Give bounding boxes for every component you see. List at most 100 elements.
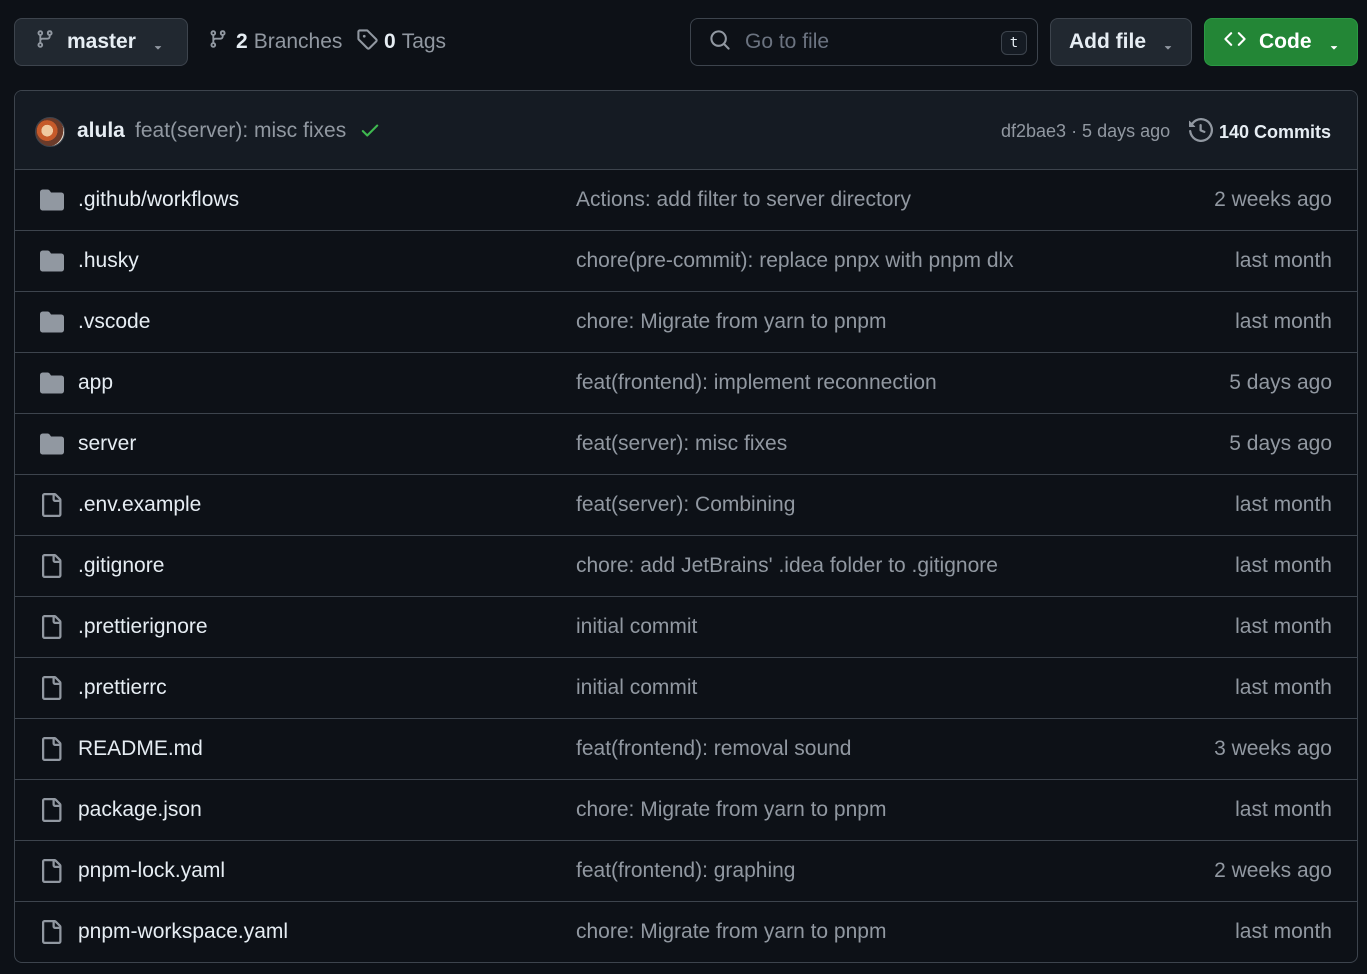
file-commit-message-link[interactable]: chore: add JetBrains' .idea folder to .g…: [576, 554, 998, 578]
tags-label: Tags: [401, 30, 447, 53]
file-commit-message-link[interactable]: chore(pre-commit): replace pnpx with pnp…: [576, 249, 1014, 273]
file-name-link[interactable]: README.md: [78, 737, 203, 761]
commits-count-label: 140 Commits: [1219, 122, 1332, 142]
caret-down-icon: [151, 36, 165, 60]
file-commit-date: last month: [1235, 920, 1332, 943]
file-icon: [39, 493, 63, 523]
code-button[interactable]: Code: [1204, 18, 1358, 66]
folder-icon: [39, 310, 65, 340]
file-commit-message-link[interactable]: feat(server): Combining: [576, 493, 795, 517]
file-name-link[interactable]: package.json: [78, 798, 202, 822]
tags-count: 0: [384, 30, 396, 53]
file-commit-message-link[interactable]: Actions: add filter to server directory: [576, 188, 911, 212]
file-commit-date: last month: [1235, 554, 1332, 577]
file-name-link[interactable]: server: [78, 432, 136, 456]
commit-history-link[interactable]: 140 Commits: [1189, 117, 1332, 147]
file-commit-message-link[interactable]: feat(frontend): removal sound: [576, 737, 851, 761]
file-commit-date: last month: [1235, 310, 1332, 333]
git-branch-icon: [208, 28, 228, 56]
file-icon: [39, 859, 63, 889]
tags-link[interactable]: 0 Tags: [356, 28, 446, 56]
caret-down-icon: [1327, 36, 1341, 60]
keyboard-shortcut-hint: t: [1001, 31, 1027, 55]
file-row: pnpm-lock.yaml feat(frontend): graphing 2 …: [15, 841, 1357, 902]
file-icon: [39, 920, 63, 950]
search-input[interactable]: [743, 29, 977, 55]
file-commit-date: last month: [1235, 676, 1332, 699]
commit-message[interactable]: feat(server): misc fixes: [135, 119, 346, 143]
file-commit-date: 2 weeks ago: [1214, 859, 1332, 882]
branches-count: 2: [236, 30, 248, 53]
file-commit-date: last month: [1235, 493, 1332, 516]
file-name-link[interactable]: .github/workflows: [78, 188, 239, 212]
file-commit-date: last month: [1235, 798, 1332, 821]
file-commit-date: last month: [1235, 249, 1332, 272]
file-commit-date: last month: [1235, 615, 1332, 638]
file-commit-date: 5 days ago: [1229, 371, 1332, 394]
repo-toolbar: master 2 Branches 0 Tags t Add file: [0, 0, 1367, 90]
file-row: .vscode chore: Migrate from yarn to pnpm l…: [15, 292, 1357, 353]
code-icon: [1223, 28, 1247, 56]
file-row: .env.example feat(server): Combining last …: [15, 475, 1357, 536]
check-icon[interactable]: [359, 119, 381, 146]
file-row: .prettierrc initial commit last month: [15, 658, 1357, 719]
git-branch-icon: [35, 28, 55, 56]
folder-icon: [39, 249, 65, 279]
file-name-link[interactable]: .husky: [78, 249, 139, 273]
avatar[interactable]: [35, 117, 65, 147]
commit-sha-and-time[interactable]: df2bae3 · 5 days ago: [1001, 121, 1170, 142]
folder-icon: [39, 188, 65, 218]
file-name-link[interactable]: app: [78, 371, 113, 395]
file-commit-date: 5 days ago: [1229, 432, 1332, 455]
file-commit-message-link[interactable]: feat(server): misc fixes: [576, 432, 787, 456]
latest-commit-bar: alula feat(server): misc fixes df2bae3 ·…: [15, 91, 1357, 170]
file-row: .github/workflows Actions: add filter to …: [15, 170, 1357, 231]
tag-icon: [356, 28, 378, 56]
caret-down-icon: [1161, 36, 1175, 60]
file-commit-message-link[interactable]: feat(frontend): graphing: [576, 859, 795, 883]
file-commit-message-link[interactable]: chore: Migrate from yarn to pnpm: [576, 798, 886, 822]
branch-name: master: [67, 30, 136, 53]
add-file-label: Add file: [1069, 30, 1146, 53]
add-file-button[interactable]: Add file: [1050, 18, 1192, 66]
file-commit-date: 3 weeks ago: [1214, 737, 1332, 760]
file-name-link[interactable]: pnpm-workspace.yaml: [78, 920, 288, 944]
file-list: .github/workflows Actions: add filter to …: [15, 170, 1357, 962]
file-icon: [39, 615, 63, 645]
branch-selector-button[interactable]: master: [14, 18, 188, 66]
file-name-link[interactable]: .vscode: [78, 310, 150, 334]
file-commit-message-link[interactable]: chore: Migrate from yarn to pnpm: [576, 920, 886, 944]
file-icon: [39, 676, 63, 706]
go-to-file-search[interactable]: t: [690, 18, 1038, 66]
file-commit-message-link[interactable]: initial commit: [576, 676, 697, 700]
branches-label: Branches: [253, 30, 343, 53]
code-label: Code: [1259, 30, 1312, 53]
file-name-link[interactable]: .gitignore: [78, 554, 164, 578]
file-name-link[interactable]: .env.example: [78, 493, 201, 517]
folder-icon: [39, 371, 65, 401]
file-name-link[interactable]: .prettierignore: [78, 615, 208, 639]
file-name-link[interactable]: pnpm-lock.yaml: [78, 859, 225, 883]
history-icon: [1189, 117, 1214, 147]
file-row: app feat(frontend): implement reconnectio…: [15, 353, 1357, 414]
file-row: README.md feat(frontend): removal sound 3 …: [15, 719, 1357, 780]
file-row: pnpm-workspace.yaml chore: Migrate from y…: [15, 902, 1357, 962]
file-icon: [39, 798, 63, 828]
search-icon: [709, 29, 731, 56]
folder-icon: [39, 432, 65, 462]
file-icon: [39, 554, 63, 584]
file-row: package.json chore: Migrate from yarn to …: [15, 780, 1357, 841]
commit-author[interactable]: alula: [77, 119, 125, 143]
file-commit-date: 2 weeks ago: [1214, 188, 1332, 211]
file-commit-message-link[interactable]: feat(frontend): implement reconnection: [576, 371, 937, 395]
file-row: .gitignore chore: add JetBrains' .idea fo…: [15, 536, 1357, 597]
file-row: .prettierignore initial commit last month: [15, 597, 1357, 658]
repo-file-browser: alula feat(server): misc fixes df2bae3 ·…: [14, 90, 1358, 963]
file-icon: [39, 737, 63, 767]
file-commit-message-link[interactable]: chore: Migrate from yarn to pnpm: [576, 310, 886, 334]
file-commit-message-link[interactable]: initial commit: [576, 615, 697, 639]
file-row: .husky chore(pre-commit): replace pnpx wi…: [15, 231, 1357, 292]
file-row: server feat(server): misc fixes 5 days ago: [15, 414, 1357, 475]
file-name-link[interactable]: .prettierrc: [78, 676, 167, 700]
branches-link[interactable]: 2 Branches: [208, 28, 342, 56]
